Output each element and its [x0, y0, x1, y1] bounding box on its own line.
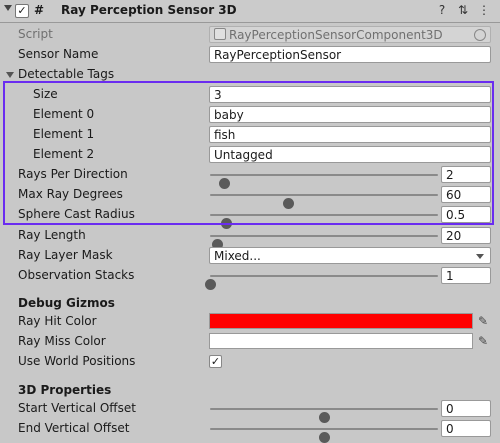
detectable-tags-row[interactable]: Detectable Tags	[0, 65, 500, 85]
element-1-row: Element 1 fish	[0, 125, 500, 145]
sensor-name-label: Sensor Name	[18, 47, 99, 61]
3d-properties-title: 3D Properties	[18, 383, 112, 397]
sensor-name-row: Sensor Name RayPerceptionSensor	[0, 45, 500, 65]
script-asset-icon	[214, 28, 226, 40]
element-1-input[interactable]: fish	[209, 126, 491, 143]
start-vertical-offset-label: Start Vertical Offset	[18, 401, 136, 415]
ray-miss-color-label: Ray Miss Color	[18, 334, 106, 348]
rays-per-direction-label: Rays Per Direction	[18, 167, 128, 181]
element-0-input[interactable]: baby	[209, 106, 491, 123]
element-0-label: Element 0	[33, 107, 95, 121]
component-title: Ray Perception Sensor 3D	[61, 3, 237, 17]
ray-length-label: Ray Length	[18, 228, 86, 242]
use-world-positions-label: Use World Positions	[18, 354, 136, 368]
end-vertical-offset-slider[interactable]	[210, 428, 438, 443]
observation-stacks-input[interactable]: 1	[441, 267, 491, 284]
eyedropper-icon[interactable]: ✎	[476, 314, 490, 328]
size-input[interactable]: 3	[209, 86, 491, 103]
slider-thumb[interactable]	[205, 279, 216, 290]
debug-gizmos-title: Debug Gizmos	[18, 296, 115, 310]
object-picker-icon[interactable]	[474, 29, 486, 41]
script-row: Script RayPerceptionSensorComponent3D	[0, 25, 500, 45]
3d-properties-header: 3D Properties	[0, 381, 500, 401]
element-2-label: Element 2	[33, 147, 95, 161]
rays-per-direction-slider[interactable]	[210, 174, 438, 189]
sphere-cast-radius-input[interactable]: 0.5	[441, 206, 491, 223]
max-ray-degrees-row: Max Ray Degrees 60	[0, 185, 500, 209]
element-2-input[interactable]: Untagged	[209, 146, 491, 163]
element-0-row: Element 0 baby	[0, 105, 500, 125]
sensor-name-input[interactable]: RayPerceptionSensor	[209, 46, 491, 63]
detectable-tags-label[interactable]: Detectable Tags	[18, 67, 114, 81]
ray-miss-color-row: Ray Miss Color ✎	[0, 332, 500, 352]
slider-thumb[interactable]	[319, 432, 330, 443]
ray-layer-mask-row: Ray Layer Mask Mixed...	[0, 246, 500, 266]
observation-stacks-row: Observation Stacks 1	[0, 266, 500, 290]
script-value: RayPerceptionSensorComponent3D	[229, 28, 443, 42]
component-header: ✓ # Ray Perception Sensor 3D ? ⇅ ⋮	[0, 0, 500, 23]
max-ray-degrees-label: Max Ray Degrees	[18, 187, 123, 201]
ray-hit-color-row: Ray Hit Color ✎	[0, 312, 500, 332]
sphere-cast-radius-slider[interactable]	[210, 214, 438, 229]
presets-icon[interactable]: ⇅	[456, 3, 470, 17]
end-vertical-offset-row: End Vertical Offset 0	[0, 419, 500, 443]
use-world-positions-row: Use World Positions ✓	[0, 352, 500, 372]
max-ray-degrees-input[interactable]: 60	[441, 186, 491, 203]
size-label: Size	[33, 87, 58, 101]
debug-gizmos-header: Debug Gizmos	[0, 294, 500, 314]
foldout-arrow-icon[interactable]	[4, 5, 12, 11]
ray-hit-color-label: Ray Hit Color	[18, 314, 97, 328]
observation-stacks-slider[interactable]	[205, 275, 438, 290]
component-enabled-checkbox[interactable]: ✓	[15, 4, 29, 18]
end-vertical-offset-label: End Vertical Offset	[18, 421, 130, 435]
ray-length-row: Ray Length 20	[0, 226, 500, 250]
detectable-tags-foldout-icon[interactable]	[6, 72, 14, 78]
ray-miss-color-swatch[interactable]	[209, 333, 473, 349]
ray-layer-mask-value: Mixed...	[214, 249, 261, 263]
element-1-label: Element 1	[33, 127, 95, 141]
ray-length-slider[interactable]	[210, 235, 438, 250]
script-field[interactable]: RayPerceptionSensorComponent3D	[209, 26, 491, 43]
rays-per-direction-row: Rays Per Direction 2	[0, 165, 500, 189]
ray-hit-color-swatch[interactable]	[209, 313, 473, 329]
sphere-cast-radius-label: Sphere Cast Radius	[18, 207, 135, 221]
help-icon[interactable]: ?	[435, 3, 449, 17]
use-world-positions-checkbox[interactable]: ✓	[209, 355, 222, 368]
script-icon: #	[34, 3, 45, 17]
observation-stacks-label: Observation Stacks	[18, 268, 135, 282]
ray-length-input[interactable]: 20	[441, 227, 491, 244]
element-2-row: Element 2 Untagged	[0, 145, 500, 165]
start-vertical-offset-input[interactable]: 0	[441, 400, 491, 417]
chevron-down-icon	[476, 254, 484, 259]
start-vertical-offset-slider[interactable]	[210, 408, 438, 423]
end-vertical-offset-input[interactable]: 0	[441, 420, 491, 437]
script-label: Script	[18, 27, 53, 41]
max-ray-degrees-slider[interactable]	[210, 194, 438, 209]
ray-layer-mask-dropdown[interactable]: Mixed...	[209, 247, 491, 264]
eyedropper-icon[interactable]: ✎	[476, 334, 490, 348]
menu-icon[interactable]: ⋮	[477, 3, 491, 17]
size-row: Size 3	[0, 85, 500, 105]
rays-per-direction-input[interactable]: 2	[441, 166, 491, 183]
sphere-cast-radius-row: Sphere Cast Radius 0.5	[0, 205, 500, 229]
ray-layer-mask-label: Ray Layer Mask	[18, 248, 113, 262]
start-vertical-offset-row: Start Vertical Offset 0	[0, 399, 500, 423]
